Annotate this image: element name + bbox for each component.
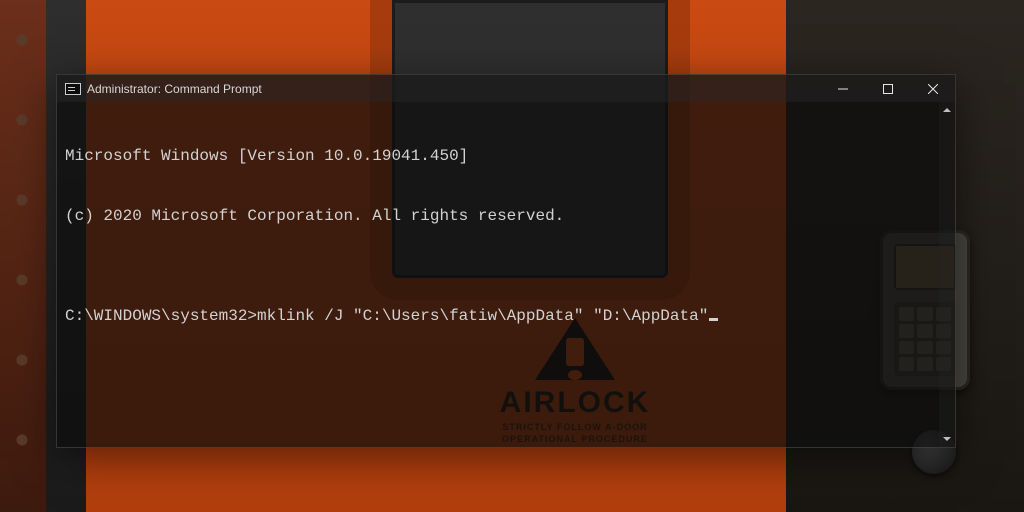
terminal-area[interactable]: Microsoft Windows [Version 10.0.19041.45… [57, 102, 955, 447]
window-title: Administrator: Command Prompt [87, 82, 262, 96]
maximize-button[interactable] [865, 75, 910, 102]
prompt-path: C:\WINDOWS\system32> [65, 307, 257, 325]
chevron-up-icon [943, 106, 951, 114]
vertical-scrollbar[interactable] [939, 102, 955, 447]
cmd-icon [65, 83, 81, 95]
terminal-line: (c) 2020 Microsoft Corporation. All righ… [65, 206, 949, 226]
maximize-icon [883, 84, 893, 94]
scrollbar-track[interactable] [939, 118, 955, 431]
terminal-line: Microsoft Windows [Version 10.0.19041.45… [65, 146, 949, 166]
minimize-button[interactable] [820, 75, 865, 102]
scroll-down-button[interactable] [939, 431, 955, 447]
typed-command: mklink /J "C:\Users\fatiw\AppData" "D:\A… [257, 307, 708, 325]
scroll-up-button[interactable] [939, 102, 955, 118]
chevron-down-icon [943, 435, 951, 443]
close-icon [928, 84, 938, 94]
text-cursor [709, 318, 718, 321]
close-button[interactable] [910, 75, 955, 102]
terminal-prompt-line: C:\WINDOWS\system32>mklink /J "C:\Users\… [65, 306, 949, 326]
command-prompt-window[interactable]: Administrator: Command Prompt Microsoft … [56, 74, 956, 448]
minimize-icon [838, 84, 848, 94]
titlebar[interactable]: Administrator: Command Prompt [57, 75, 955, 102]
